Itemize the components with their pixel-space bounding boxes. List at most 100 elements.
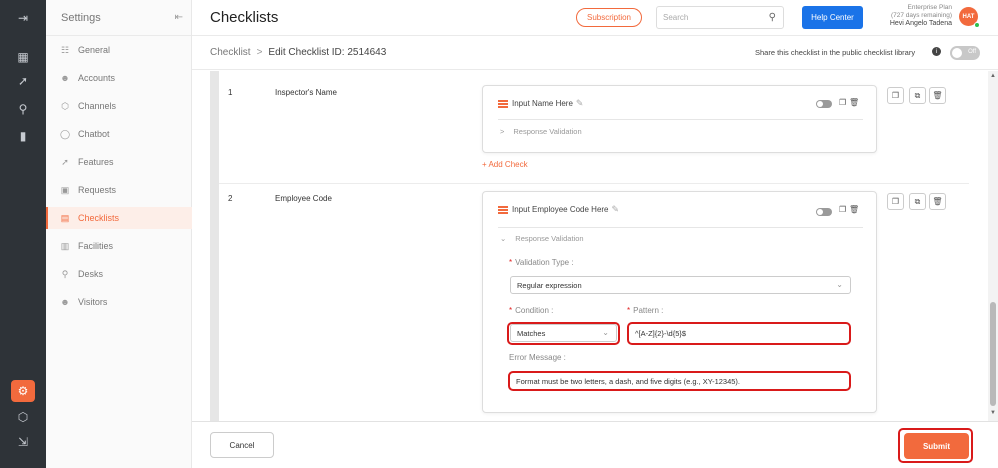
logout-icon[interactable]: ⇲ [0,432,46,452]
validation-type-value: Regular expression [517,280,582,290]
response-validation-label: Response Validation [515,234,584,243]
chevron-down-icon: ⌄ [836,280,843,289]
features-icon: ➚ [61,156,69,167]
error-message-value: Format must be two letters, a dash, and … [516,377,741,386]
trash-icon[interactable]: 🗑 [849,98,859,107]
footer-bar: Cancel Submit [192,421,998,468]
sidebar-item-label: Features [78,157,114,167]
settings-icon[interactable]: ⚙ [11,380,35,402]
general-icon: ☷ [60,44,70,55]
chevron-down-icon: ⌄ [500,234,507,243]
sidebar-header: Settings ⇤ [46,0,191,36]
row-number: 2 [228,194,233,203]
submit-button[interactable]: Submit [904,433,969,459]
pattern-label: * Pattern : [627,306,663,315]
duplicate-icon[interactable]: ❐ [887,193,904,210]
question-label: Input Employee Code Here [512,205,609,214]
checklist-editor: 1 Inspector's Name Input Name Here ✎ ❐ 🗑… [192,71,998,421]
duplicate-icon[interactable]: ❐ [887,87,904,104]
sidebar-item-channels[interactable]: ⬡ Channels [46,95,192,117]
share-toggle[interactable]: Off [950,46,980,60]
top-bar: Checklists Subscription Search ⚲ Help Ce… [192,0,998,36]
required-asterisk: * [627,306,631,315]
info-icon[interactable]: i [932,47,941,56]
response-validation-toggle[interactable]: > Response Validation [500,127,582,136]
sidebar-item-desks[interactable]: ⚲ Desks [46,263,192,285]
breadcrumb-root[interactable]: Checklist [210,47,251,58]
dashboard-icon[interactable]: ▦ [0,47,46,67]
row-divider [219,183,969,184]
add-check-link[interactable]: + Add Check [482,160,528,169]
chatbot-icon: ◯ [60,128,71,139]
scroll-up-icon[interactable]: ▲ [990,73,996,79]
sidebar-item-checklists[interactable]: ▤ Checklists [46,207,192,229]
checklists-icon: ▤ [60,212,70,223]
subscription-button[interactable]: Subscription [576,8,642,27]
analytics-icon[interactable]: ▮ [0,126,46,146]
pattern-text: Pattern : [633,306,664,315]
trash-icon[interactable]: 🗑 [929,193,946,210]
settings-sidebar: Settings ⇤ ☷ General ☻ Accounts ⬡ Channels … [46,0,192,468]
pencil-icon[interactable]: ✎ [612,204,620,215]
toggle-label: Off [968,49,976,55]
required-toggle[interactable] [816,208,832,216]
scrollbar-thumb[interactable] [990,302,996,406]
condition-value: Matches [517,328,546,338]
sidebar-item-facilities[interactable]: ▥ Facilities [46,235,192,257]
user-name: Hevi Angelo Tadena [889,20,952,27]
toggle-knob [952,48,962,58]
validation-type-select[interactable]: Regular expression ⌄ [510,276,851,294]
search-placeholder: Search [663,13,689,22]
rocket-icon[interactable]: ➚ [0,71,46,91]
search-input[interactable]: Search ⚲ [656,6,784,29]
pencil-icon[interactable]: ✎ [576,98,584,109]
copy-icon[interactable]: ❐ [839,98,846,107]
question-title[interactable]: Input Name Here ✎ [498,98,583,109]
sidebar-item-label: Desks [78,269,104,279]
response-validation-toggle[interactable]: ⌄ Response Validation [500,234,584,243]
chevron-right-icon: > [500,127,505,136]
sidebar-item-label: General [78,45,111,55]
sidebar-item-visitors[interactable]: ☻ Visitors [46,291,192,313]
online-status-dot [974,22,980,28]
copy-icon[interactable]: ⧉ [909,193,926,210]
validation-type-text: Validation Type : [515,258,574,267]
sidebar-item-general[interactable]: ☷ General [46,39,192,61]
validation-type-label: * Validation Type : [509,258,574,267]
hierarchy-icon[interactable]: ⚲ [0,99,46,119]
search-icon[interactable]: ⚲ [769,12,776,23]
trash-icon[interactable]: 🗑 [929,87,946,104]
condition-select[interactable]: Matches ⌄ [510,324,617,342]
copy-icon[interactable]: ⧉ [909,87,926,104]
help-center-button[interactable]: Help Center [802,6,863,29]
question-divider [498,119,863,120]
lines-icon [498,99,508,108]
icon-rail: ⇥ ▦ ➚ ⚲ ▮ ⚙ ⬡ ⇲ [0,0,46,468]
breadcrumb: Checklist > Edit Checklist ID: 2514643 [210,47,386,58]
collapse-sidebar-icon[interactable]: ⇤ [175,12,183,23]
sidebar-item-features[interactable]: ➚ Features [46,151,192,173]
trash-icon[interactable]: 🗑 [849,205,859,214]
sidebar-item-label: Accounts [78,73,116,83]
row-name: Inspector's Name [275,88,337,97]
sidebar-item-requests[interactable]: ▣ Requests [46,179,192,201]
required-toggle[interactable] [816,100,832,108]
sidebar-item-label: Chatbot [78,129,110,139]
sidebar-item-label: Channels [78,101,117,111]
cube-icon[interactable]: ⬡ [0,407,46,427]
breadcrumb-current: Edit Checklist ID: 2514643 [268,47,387,58]
scroll-down-icon[interactable]: ▼ [990,410,996,416]
sidebar-item-label: Visitors [78,297,108,307]
pattern-value: ^[A-Z]{2}-\d{5}$ [635,329,687,338]
lines-icon [498,205,508,214]
error-message-label: Error Message : [509,353,566,362]
response-validation-label: Response Validation [513,127,582,136]
desks-icon: ⚲ [61,268,69,279]
sidebar-item-chatbot[interactable]: ◯ Chatbot [46,123,192,145]
copy-icon[interactable]: ❐ [839,205,846,214]
question-title[interactable]: Input Employee Code Here ✎ [498,204,619,215]
cancel-button[interactable]: Cancel [210,432,274,458]
collapse-icon[interactable]: ⇥ [0,8,46,28]
plan-days: (727 days remaining) [890,12,952,19]
sidebar-item-accounts[interactable]: ☻ Accounts [46,67,192,89]
